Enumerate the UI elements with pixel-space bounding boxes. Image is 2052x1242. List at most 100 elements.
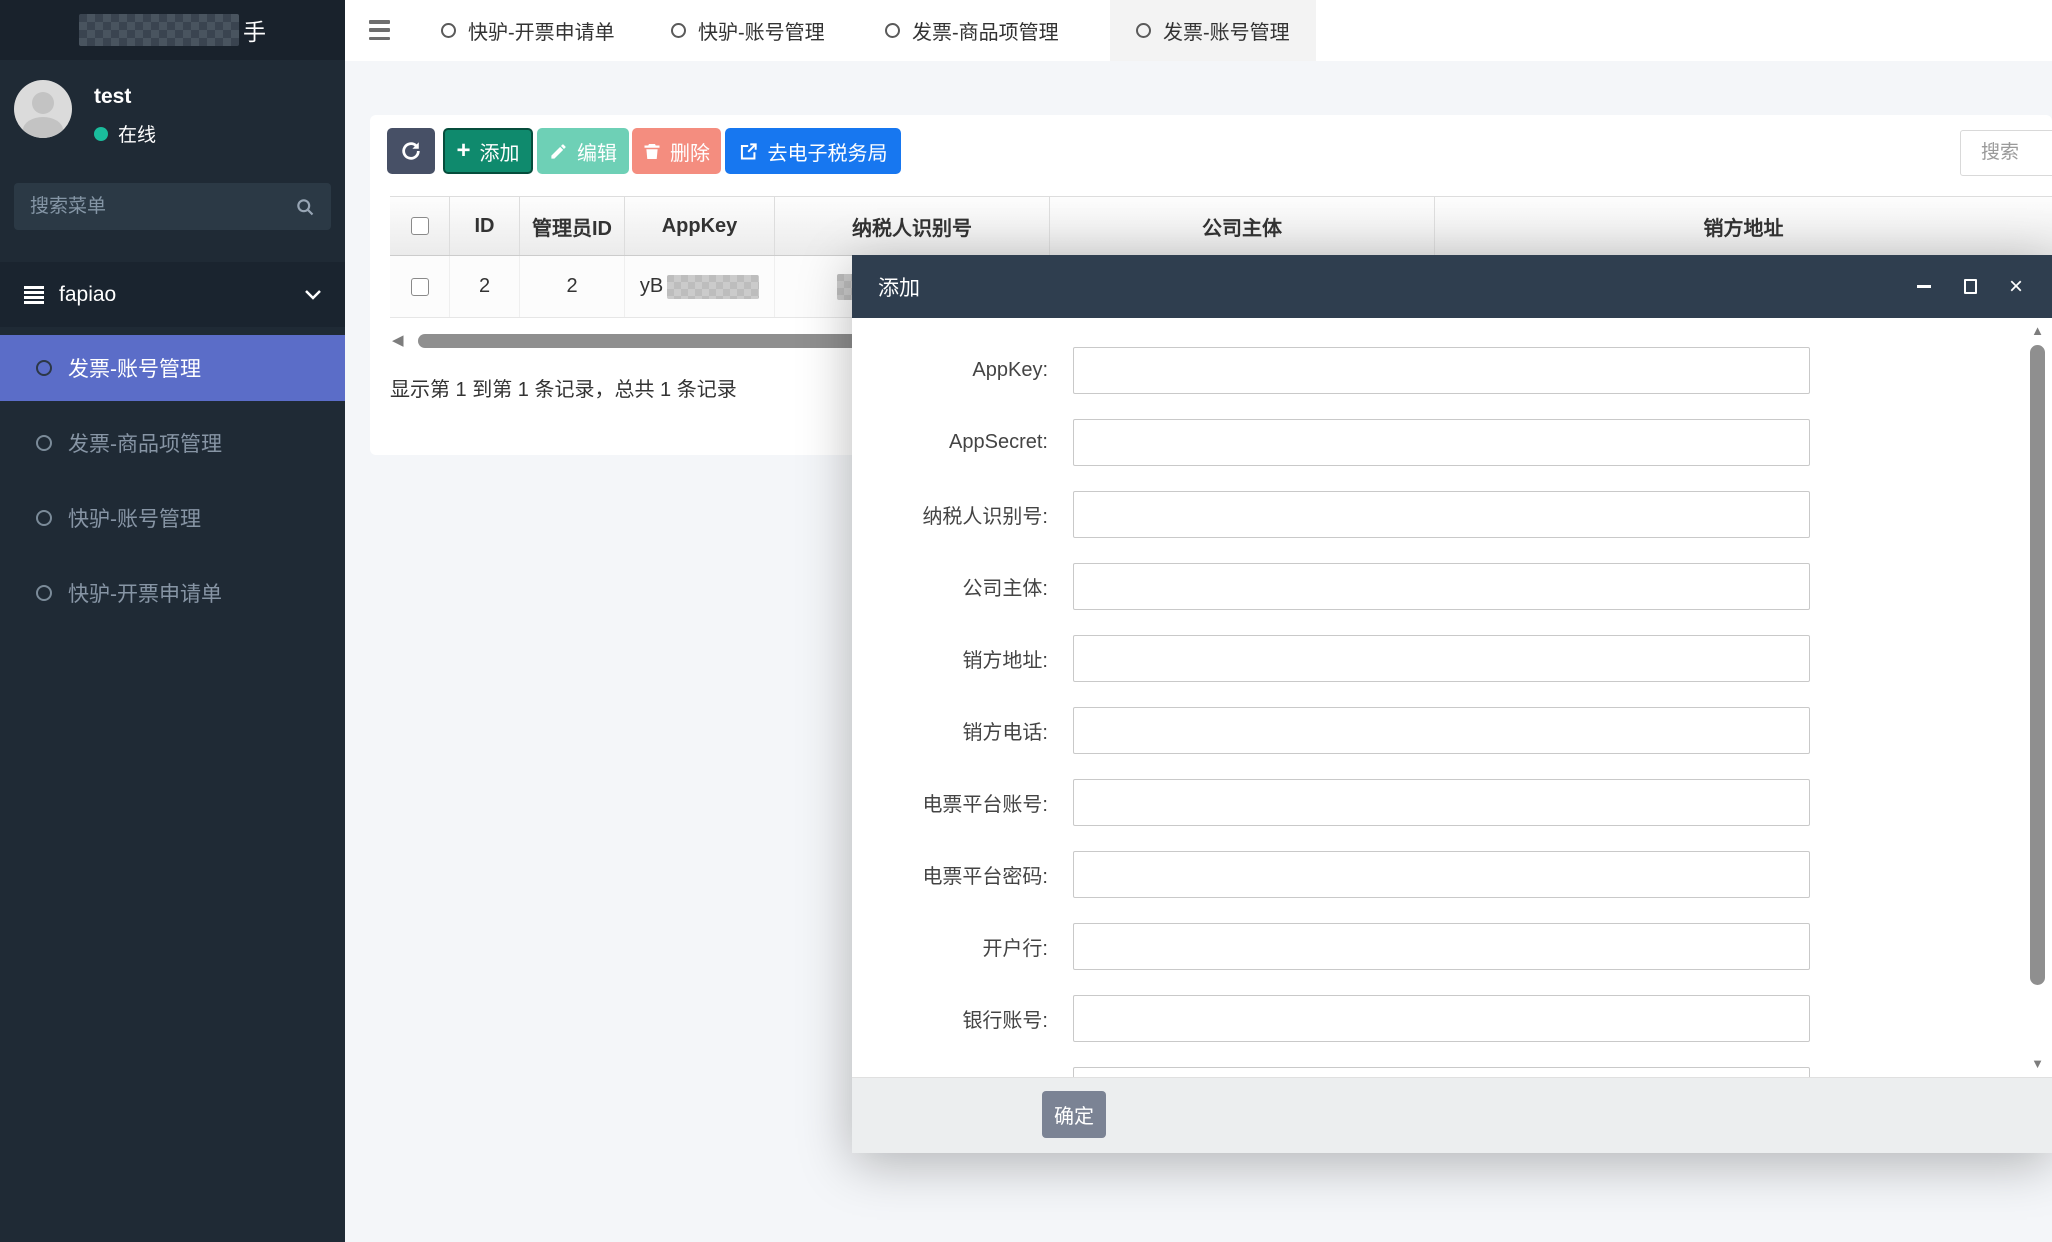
menu-search [14,183,331,230]
pencil-icon [549,142,568,161]
tab-label: 发票-账号管理 [1163,16,1290,45]
sidebar: 手 test 在线 fapiao 发票-账号管 [0,0,345,1242]
column-header-seller-address: 销方地址 [1435,197,2052,255]
dialog-title: 添加 [878,272,1888,302]
field-label: 银行账号: [852,995,1048,1042]
external-link-icon [739,141,759,161]
form-row-seller-address: 销方地址: [852,635,2052,682]
select-all-checkbox[interactable] [411,217,429,235]
user-name: test [94,85,156,109]
hamburger-icon[interactable] [369,20,390,40]
form-row-eticket-account: 电票平台账号: [852,779,2052,826]
tab-kuailv-apply[interactable]: 快驴-开票申请单 [415,0,641,61]
scroll-up-arrow-icon[interactable]: ▲ [2029,323,2046,338]
tax-id-input[interactable] [1073,491,1810,538]
field-label: 开户行: [852,923,1048,970]
circle-icon [36,360,52,376]
next-field-input-partial[interactable] [1073,1067,1810,1077]
form-row-seller-phone: 销方电话: [852,707,2052,754]
table-search-input[interactable] [1960,130,2052,176]
delete-button[interactable]: 删除 [632,128,721,174]
tab-fapiao-account[interactable]: 发票-账号管理 [1110,0,1316,61]
circle-icon [1136,23,1151,38]
dialog-titlebar[interactable]: 添加 × [852,255,2052,318]
field-label: 纳税人识别号: [852,491,1048,538]
form-row-company: 公司主体: [852,563,2052,610]
vertical-scrollbar-thumb[interactable] [2030,345,2045,985]
eticket-account-input[interactable] [1073,779,1810,826]
add-button[interactable]: + 添加 [443,128,533,174]
form-row-bank-account: 银行账号: [852,995,2052,1042]
field-label: 公司主体: [852,563,1048,610]
app-logo: 手 [0,0,345,60]
sidebar-item-kuailv-account[interactable]: 快驴-账号管理 [0,485,345,551]
field-label: 销方电话: [852,707,1048,754]
bank-account-input[interactable] [1073,995,1810,1042]
appkey-input[interactable] [1073,347,1810,394]
sidebar-group-fapiao[interactable]: fapiao [0,262,345,327]
minimize-button[interactable] [1914,277,1934,297]
close-button[interactable]: × [2006,277,2026,297]
column-header-company: 公司主体 [1050,197,1435,255]
user-status-label: 在线 [118,120,156,147]
seller-address-input[interactable] [1073,635,1810,682]
tab-fapiao-goods[interactable]: 发票-商品项管理 [859,0,1085,61]
sidebar-item-fapiao-account[interactable]: 发票-账号管理 [0,335,345,401]
appkey-redacted-block [667,275,759,299]
form-row-appkey: AppKey: [852,347,2052,394]
scroll-down-arrow-icon[interactable]: ▼ [2029,1056,2046,1071]
circle-icon [441,23,456,38]
dialog-body: AppKey: AppSecret: 纳税人识别号: 公司主体: 销方地址: 销… [852,318,2052,1077]
tab-label: 快驴-账号管理 [698,16,825,45]
appsecret-input[interactable] [1073,419,1810,466]
goto-tax-bureau-button[interactable]: 去电子税务局 [725,128,901,174]
form-row-appsecret: AppSecret: [852,419,2052,466]
trash-icon [643,142,661,161]
sidebar-item-fapiao-goods[interactable]: 发票-商品项管理 [0,410,345,476]
maximize-icon [1964,279,1977,294]
delete-button-label: 删除 [670,137,710,166]
column-header-admin-id: 管理员ID [520,197,625,255]
avatar-head-shape [32,92,54,114]
minimize-icon [1917,285,1931,288]
field-label: 销方地址: [852,635,1048,682]
seller-phone-input[interactable] [1073,707,1810,754]
select-all-header [390,197,450,255]
circle-icon [885,23,900,38]
logo-redacted-block [79,14,239,46]
edit-button[interactable]: 编辑 [537,128,629,174]
menu-search-input[interactable] [30,196,295,218]
scroll-left-arrow-icon[interactable]: ◀ [392,333,404,349]
add-dialog: 添加 × AppKey: AppSecret: 纳税人识别号: 公司主体: 销方… [852,255,2052,1153]
row-checkbox[interactable] [411,278,429,296]
field-label: AppSecret: [852,419,1048,466]
vertical-scrollbar: ▲ ▼ [2029,323,2046,1071]
confirm-button[interactable]: 确定 [1042,1091,1106,1138]
sidebar-item-label: 发票-商品项管理 [68,428,222,458]
column-header-tax-id: 纳税人识别号 [775,197,1050,255]
circle-icon [36,510,52,526]
top-tab-bar: 快驴-开票申请单 快驴-账号管理 发票-商品项管理 发票-账号管理 [345,0,2052,61]
maximize-button[interactable] [1960,277,1980,297]
list-icon [24,286,44,304]
plus-icon: + [456,137,470,165]
eticket-password-input[interactable] [1073,851,1810,898]
form-row-bank-branch: 开户行: [852,923,2052,970]
form-row-eticket-password: 电票平台密码: [852,851,2052,898]
column-header-appkey: AppKey [625,197,775,255]
avatar-body-shape [23,117,63,138]
tab-kuailv-account[interactable]: 快驴-账号管理 [645,0,851,61]
sidebar-item-label: 快驴-开票申请单 [68,578,222,608]
record-summary: 显示第 1 到第 1 条记录，总共 1 条记录 [390,373,737,402]
sidebar-item-kuailv-apply[interactable]: 快驴-开票申请单 [0,560,345,626]
tab-label: 发票-商品项管理 [912,16,1059,45]
company-input[interactable] [1073,563,1810,610]
circle-icon [671,23,686,38]
sidebar-item-label: 发票-账号管理 [68,353,201,383]
refresh-button[interactable] [387,128,435,174]
avatar [14,80,72,138]
form-row-partial [852,1067,2052,1077]
circle-icon [36,435,52,451]
bank-branch-input[interactable] [1073,923,1810,970]
user-status: 在线 [94,120,156,147]
